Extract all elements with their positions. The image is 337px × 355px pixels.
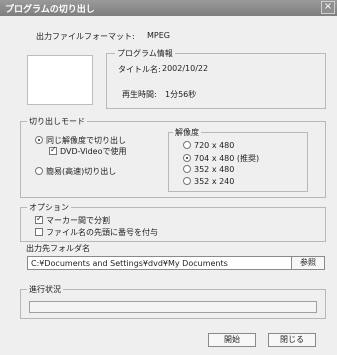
radio-simple-fast[interactable]: 簡易(高速)切り出し [35,166,116,177]
radio-res-label: 352 x 480 [194,165,235,174]
checkbox-split-label: マーカー間で分割 [46,216,110,225]
start-button-label: 開始 [224,335,240,344]
radio-res-label: 704 x 480 (推奨) [194,154,260,163]
browse-button-label: 参照 [300,258,316,267]
output-folder-label: 出力先フォルダ名 [26,244,90,253]
checkbox-dvd-video[interactable]: DVD-Videoで使用 [49,145,127,157]
radio-icon [183,154,191,162]
checkbox-split-by-marker[interactable]: マーカー間で分割 [35,214,110,226]
radio-icon [183,177,191,185]
progress-bar [29,301,317,313]
video-thumbnail [27,55,93,105]
progress-group: 進行状況 [20,284,326,319]
resolution-group: 解像度 720 x 480 704 x 480 (推奨) 352 x 480 3… [168,127,308,192]
dialog-window: プログラムの切り出し × 出力ファイルフォーマット: MPEG プログラム情報 … [0,0,337,355]
radio-res-label: 352 x 240 [194,177,235,186]
program-info-group: プログラム情報 タイトル名: 2002/10/22 再生時間: 1分56秒 [106,48,326,109]
checkbox-dvd-video-label: DVD-Videoで使用 [60,147,127,156]
checkbox-number-prefix[interactable]: ファイル名の先頭に番号を付与 [35,227,158,238]
cut-mode-group: 切り出しモード 同じ解像度で切り出し DVD-Videoで使用 簡易(高速)切り… [20,116,326,198]
output-format-label: 出力ファイルフォーマット: [36,32,135,41]
checkbox-icon [35,214,43,224]
radio-same-resolution-label: 同じ解像度で切り出し [46,136,126,145]
window-title: プログラムの切り出し [5,5,95,15]
title-bar[interactable]: プログラムの切り出し × [0,0,337,16]
resolution-legend: 解像度 [173,127,201,138]
output-folder-path: C:¥Documents and Settings¥dvd¥My Documen… [31,259,228,268]
checkbox-number-prefix-label: ファイル名の先頭に番号を付与 [46,228,158,237]
radio-icon [35,136,43,144]
options-group: オプション マーカー間で分割 ファイル名の先頭に番号を付与 [20,202,326,242]
output-folder-input[interactable]: C:¥Documents and Settings¥dvd¥My Documen… [27,256,303,270]
title-value: 2002/10/22 [162,64,209,73]
radio-res-352x480[interactable]: 352 x 480 [183,165,234,174]
close-dialog-button[interactable]: 閉じる [268,333,316,347]
radio-res-720x480[interactable]: 720 x 480 [183,141,234,150]
cut-mode-legend: 切り出しモード [27,116,87,127]
program-info-legend: プログラム情報 [115,48,175,59]
close-button[interactable]: × [321,1,335,14]
start-button[interactable]: 開始 [208,333,256,347]
duration-label: 再生時間: [122,90,157,99]
output-format-value: MPEG [147,31,170,40]
radio-icon [35,167,43,175]
close-dialog-button-label: 閉じる [280,335,304,344]
radio-icon [183,165,191,173]
checkbox-icon [35,228,43,236]
close-icon: × [323,1,333,12]
radio-res-352x240[interactable]: 352 x 240 [183,177,234,186]
radio-simple-fast-label: 簡易(高速)切り出し [46,167,117,176]
radio-same-resolution[interactable]: 同じ解像度で切り出し [35,135,126,146]
progress-legend: 進行状況 [27,284,63,295]
title-label: タイトル名: [118,65,161,74]
radio-res-704x480[interactable]: 704 x 480 (推奨) [183,153,259,164]
options-legend: オプション [27,202,71,213]
radio-res-label: 720 x 480 [194,141,235,150]
browse-button[interactable]: 参照 [291,256,325,270]
checkbox-icon [49,145,57,155]
duration-value: 1分56秒 [165,90,197,99]
radio-icon [183,141,191,149]
